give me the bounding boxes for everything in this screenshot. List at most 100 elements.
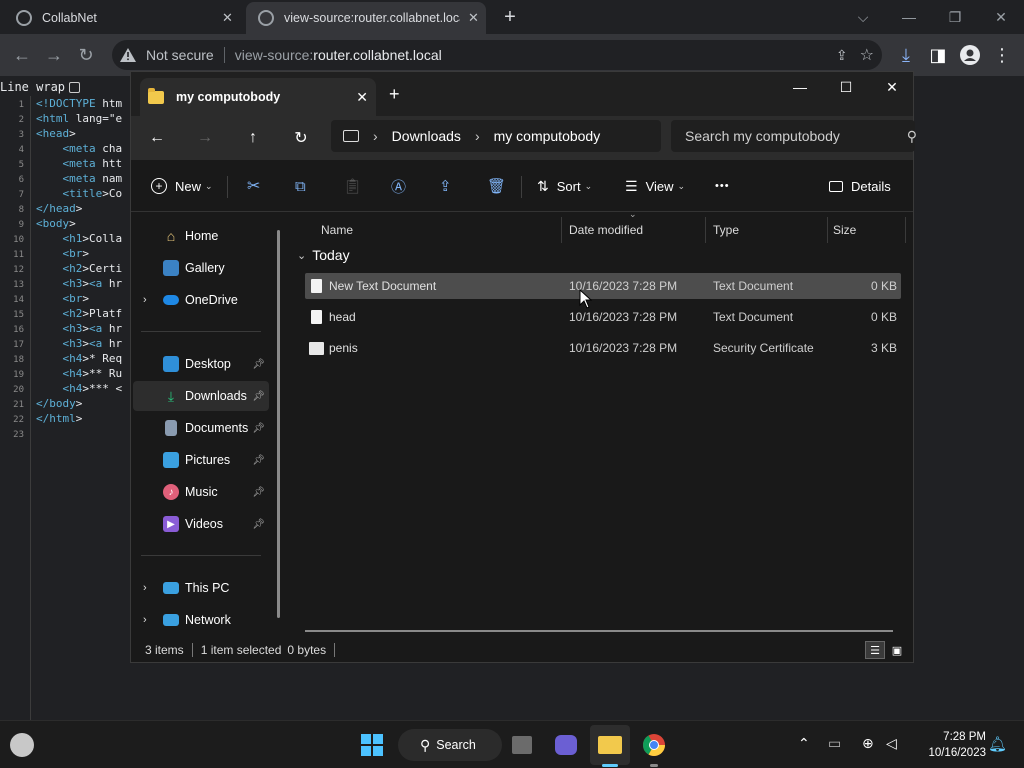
side-panel-icon[interactable]: ◨ [924,41,952,69]
sidebar-scrollbar[interactable] [277,230,280,618]
tab-search-icon[interactable]: ⌵ [840,0,886,34]
clock[interactable]: 7:28 PM 10/16/2023 [912,729,986,761]
address-bar[interactable]: Not secure view-source: router.collabnet… [112,40,882,70]
search-input[interactable]: Search my computobody ⚲ [671,120,917,152]
bookmark-star-icon[interactable]: ☆ [860,45,874,65]
more-options-button[interactable]: ••• [715,172,730,200]
close-tab-icon[interactable]: ✕ [468,10,479,26]
share-icon[interactable]: ⇪ [836,47,848,64]
globe-icon[interactable]: ⊕ [862,735,874,752]
sidebar-item-gallery[interactable]: Gallery [133,253,269,283]
chevron-right-icon[interactable]: › [143,582,147,594]
sidebar-item-onedrive[interactable]: › OneDrive [133,285,269,315]
refresh-icon[interactable]: ↻ [285,122,317,154]
close-window-icon[interactable]: ✕ [978,0,1024,34]
sidebar-item-home[interactable]: ⌂ Home [133,221,269,251]
file-row[interactable]: head 10/16/2023 7:28 PM Text Document 0 … [305,304,901,330]
copy-icon[interactable]: ⧉ [295,172,306,200]
details-view-icon[interactable]: ☰ [865,641,885,659]
column-header-type[interactable]: Type [713,217,739,243]
download-icon[interactable]: ⤓ [892,41,920,69]
source-line: <h2>Platf [62,307,123,320]
start-button[interactable] [352,725,392,765]
mouse-cursor-icon [579,289,593,309]
minimize-icon[interactable]: — [777,72,823,102]
sidebar-item-label: Videos [185,517,223,531]
new-tab-icon[interactable]: + [389,84,400,105]
monitor-icon[interactable] [343,130,359,142]
source-line: <title>Co [62,187,123,200]
breadcrumb[interactable]: › Downloads › my computobody [331,120,661,152]
cut-icon[interactable]: ✂ [247,172,260,200]
horizontal-scrollbar[interactable] [305,630,893,632]
sidebar-item-label: Documents [185,421,249,435]
sidebar-item-desktop[interactable]: Desktop 📌︎ [133,349,269,379]
share-icon[interactable]: ⇪ [439,172,452,200]
back-icon[interactable]: ← [8,41,36,69]
sidebar-item-documents[interactable]: Documents 📌︎ [133,413,269,443]
avatar[interactable] [956,41,984,69]
close-window-icon[interactable]: ✕ [869,72,915,102]
chevron-right-icon[interactable]: › [143,294,147,306]
explorer-tab[interactable]: my computobody ✕ [140,78,376,116]
chrome-taskbar-button[interactable] [634,725,674,765]
menu-icon[interactable]: ⋮ [988,41,1016,69]
sidebar-item-music[interactable]: ♪ Music 📌︎ [133,477,269,507]
sidebar-item-this-pc[interactable]: › This PC [133,573,269,603]
tab-view-source[interactable]: view-source:router.collabnet.loca ✕ [246,2,486,34]
close-tab-icon[interactable]: ✕ [356,89,368,106]
volume-icon[interactable]: ◁ [886,735,897,752]
up-icon[interactable]: ↑ [237,122,269,154]
new-button[interactable]: + New ⌄ [151,172,213,200]
tiles-view-icon[interactable]: ▣ [887,641,907,659]
warning-icon[interactable] [120,47,136,63]
new-tab-button[interactable]: + [498,4,522,30]
group-header-today[interactable]: ⌄ Today [297,247,350,263]
teams-chat-button[interactable] [546,725,586,765]
reload-icon[interactable]: ↻ [72,41,100,69]
task-view-button[interactable] [502,725,542,765]
taskbar-search[interactable]: ⚲ Search [398,729,502,761]
restore-icon[interactable]: ❐ [932,0,978,34]
forward-icon[interactable]: → [40,41,68,69]
battery-icon[interactable]: ▭ [828,735,841,752]
column-header-size[interactable]: Size [833,217,856,243]
paste-icon[interactable]: 📋︎ [343,172,362,200]
column-divider[interactable] [705,217,706,243]
column-divider[interactable] [905,217,906,243]
chevron-down-icon: ⌄ [584,180,593,191]
column-header-date[interactable]: Date modified [569,217,643,243]
line-wrap-toggle[interactable]: Line wrap [0,78,140,96]
sidebar-item-pictures[interactable]: Pictures 📌︎ [133,445,269,475]
view-button[interactable]: ☰ View ⌄ [625,172,685,200]
file-row[interactable]: New Text Document 10/16/2023 7:28 PM Tex… [305,273,901,299]
search-placeholder: Search my computobody [685,128,840,144]
chevron-up-icon[interactable]: ⌃ [798,735,810,752]
chevron-right-icon[interactable]: › [143,614,147,626]
forward-icon[interactable]: → [189,122,221,154]
maximize-icon[interactable]: ☐ [823,72,869,102]
search-icon[interactable]: ⚲ [907,128,917,145]
minimize-icon[interactable]: — [886,0,932,34]
details-button[interactable]: Details [829,172,891,200]
notification-bell-icon[interactable]: 🔔︎ [988,735,1007,753]
column-header-name[interactable]: Name [321,217,353,243]
file-row[interactable]: penis 10/16/2023 7:28 PM Security Certif… [305,335,901,361]
sidebar-item-network[interactable]: › Network [133,605,269,635]
sidebar-item-downloads[interactable]: ⤓ Downloads 📌︎ [133,381,269,411]
delete-icon[interactable]: 🗑︎ [487,172,506,200]
sort-button[interactable]: ⇅ Sort ⌄ [537,172,592,200]
file-explorer-taskbar-button[interactable] [590,725,630,765]
back-icon[interactable]: ← [141,122,173,154]
breadcrumb-current[interactable]: my computobody [494,128,601,144]
rename-icon[interactable]: Ⓐ [391,172,406,200]
line-wrap-checkbox[interactable] [69,81,81,93]
tab-collabnet[interactable]: CollabNet ✕ [16,2,244,34]
column-divider[interactable] [561,217,562,243]
sidebar-item-videos[interactable]: ▶ Videos 📌︎ [133,509,269,539]
column-divider[interactable] [827,217,828,243]
close-tab-icon[interactable]: ✕ [222,10,233,26]
breadcrumb-downloads[interactable]: Downloads [392,128,461,144]
security-label[interactable]: Not secure [146,47,214,63]
weather-icon[interactable] [10,733,34,757]
